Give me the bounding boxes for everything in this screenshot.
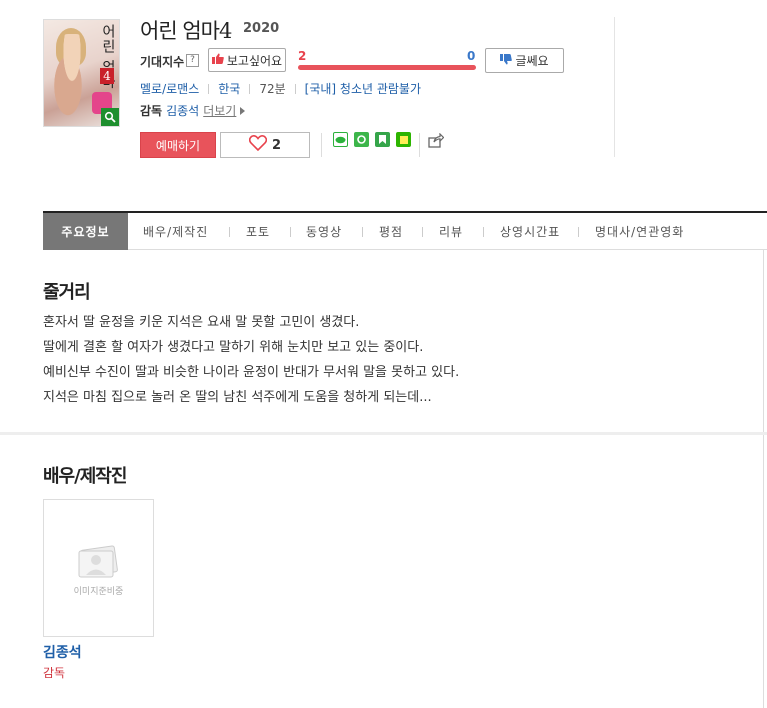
tab-video[interactable]: 동영상 [306, 213, 342, 250]
synopsis-line: 혼자서 딸 윤정을 키운 지석은 요새 말 못할 고민이 생겼다. [43, 315, 360, 330]
tab-main-info[interactable]: 주요정보 [43, 213, 128, 250]
director-row: 감독 김종석 더보기 [140, 102, 246, 119]
naver-share-icon[interactable] [396, 132, 411, 147]
divider [321, 133, 322, 157]
tab-divider [483, 227, 484, 237]
tab-showtimes[interactable]: 상영시간표 [500, 213, 560, 250]
band-share-icon[interactable] [354, 132, 369, 147]
cast-section-title: 배우/제작진 [43, 466, 127, 487]
expectation-gauge [298, 65, 476, 70]
tab-bar: 주요정보 배우/제작진 포토 동영상 평점 리뷰 상영시간표 명대사/연관영화 [43, 211, 767, 250]
heart-icon [248, 135, 268, 155]
meta-divider [294, 83, 296, 94]
meh-count: 0 [467, 49, 476, 63]
reserve-button[interactable]: 예매하기 [140, 132, 216, 158]
poster-number: 4 [100, 68, 114, 84]
share-icons [333, 132, 411, 147]
section-separator [0, 432, 767, 435]
like-button[interactable]: 2 [220, 132, 310, 158]
tab-cast-crew[interactable]: 배우/제작진 [143, 213, 208, 250]
want-to-see-label: 보고싶어요 [226, 53, 283, 68]
tab-review[interactable]: 리뷰 [439, 213, 463, 250]
cast-name-link[interactable]: 김종석 [43, 642, 82, 662]
meta-divider [208, 83, 210, 94]
tab-divider [229, 227, 230, 237]
country-link[interactable]: 한국 [218, 80, 240, 97]
zoom-icon[interactable] [101, 108, 119, 126]
synopsis-title: 줄거리 [43, 282, 91, 303]
age-rating-link[interactable]: [국내] 청소년 관람불가 [305, 80, 421, 97]
director-label: 감독 [140, 104, 163, 118]
chevron-right-icon [240, 104, 246, 118]
tab-score[interactable]: 평점 [379, 213, 403, 250]
not-sure-label: 글쎄요 [515, 54, 549, 68]
tab-divider [422, 227, 423, 237]
no-image-icon [74, 542, 124, 588]
expectation-label: 기대지수 [140, 55, 185, 69]
director-name-link[interactable]: 김종석 [166, 102, 199, 119]
tab-quotes-related[interactable]: 명대사/연관영화 [595, 213, 684, 250]
help-icon[interactable]: ? [186, 54, 199, 67]
thumbs-up-icon [211, 53, 224, 67]
synopsis-line: 지석은 마침 집으로 놀러 온 딸의 남친 석주에게 도움을 청하게 되는데..… [43, 390, 432, 405]
divider [419, 133, 420, 157]
share-icon[interactable] [428, 132, 445, 152]
movie-title: 어린 엄마4 [140, 19, 232, 43]
tab-divider [362, 227, 363, 237]
tab-photo[interactable]: 포토 [246, 213, 270, 250]
want-count: 2 [298, 49, 307, 63]
keep-share-icon[interactable] [375, 132, 390, 147]
want-to-see-button[interactable]: 보고싶어요 [208, 48, 286, 72]
no-image-text: 이미지준비중 [73, 587, 124, 597]
meta-divider [249, 83, 251, 94]
movie-meta: 멜로/로맨스 한국 72분 [국내] 청소년 관람불가 [140, 80, 421, 97]
kakaotalk-share-icon[interactable] [333, 132, 348, 147]
synopsis-line: 예비신부 수진이 딸과 비슷한 나이라 윤정이 반대가 무서워 말을 못하고 있… [43, 365, 460, 380]
more-link[interactable]: 더보기 [203, 102, 236, 119]
thumbs-down-icon [500, 53, 513, 68]
cast-photo[interactable]: 이미지준비중 [43, 499, 154, 637]
not-sure-button[interactable]: 글쎄요 [485, 48, 564, 73]
poster-figure [52, 34, 92, 120]
runtime: 72분 [259, 82, 286, 96]
like-count: 2 [271, 137, 282, 153]
genre-link[interactable]: 멜로/로맨스 [140, 80, 199, 97]
cast-role: 감독 [43, 666, 66, 680]
synopsis-line: 딸에게 결혼 할 여자가 생겼다고 말하기 위해 눈치만 보고 있는 중이다. [43, 340, 424, 355]
movie-year: 2020 [243, 21, 280, 36]
tab-divider [578, 227, 579, 237]
header-right-divider [614, 17, 615, 157]
content-right-border [763, 250, 764, 708]
tab-divider [290, 227, 291, 237]
movie-poster[interactable]: 어린 엄마 4 [43, 19, 120, 127]
